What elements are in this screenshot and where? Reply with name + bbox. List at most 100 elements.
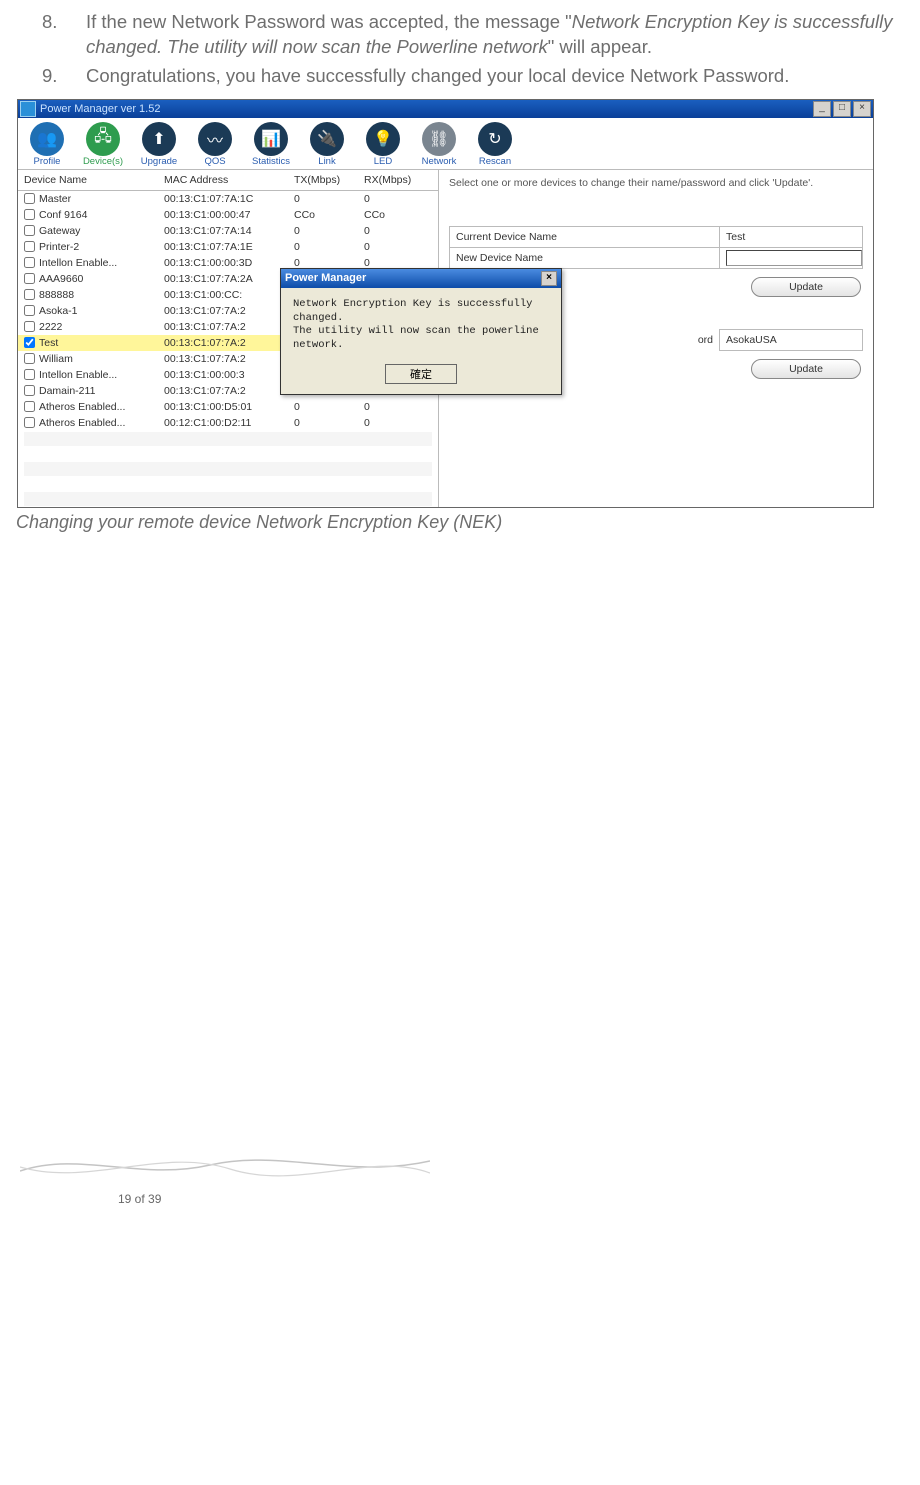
dialog-ok-button[interactable]: 確定: [385, 364, 457, 384]
profile-icon: 👥: [30, 122, 64, 156]
mac-cell: 00:13:C1:07:7A:2: [164, 385, 294, 397]
row-checkbox[interactable]: [24, 417, 35, 428]
password-label-tail: ord: [698, 334, 713, 346]
mac-cell: 00:13:C1:07:7A:14: [164, 225, 294, 237]
titlebar[interactable]: Power Manager ver 1.52 _ □ ×: [18, 100, 873, 118]
table-row[interactable]: Atheros Enabled...00:12:C1:00:D2:1100: [18, 415, 438, 431]
window-title: Power Manager ver 1.52: [40, 103, 160, 115]
upgrade-icon: ⬆: [142, 122, 176, 156]
table-row[interactable]: Master00:13:C1:07:7A:1C00: [18, 191, 438, 207]
row-checkbox[interactable]: [24, 305, 35, 316]
new-device-name-input[interactable]: [726, 250, 862, 266]
col-tx: TX(Mbps): [294, 174, 364, 186]
row-checkbox[interactable]: [24, 401, 35, 412]
instruction-8: 8. If the new Network Password was accep…: [68, 10, 900, 60]
figure-caption: Changing your remote device Network Encr…: [16, 512, 900, 533]
message-dialog: Power Manager × Network Encryption Key i…: [280, 268, 562, 396]
mac-cell: 00:13:C1:00:D5:01: [164, 401, 294, 413]
close-button[interactable]: ×: [853, 101, 871, 117]
mac-cell: 00:13:C1:00:00:3: [164, 369, 294, 381]
row-checkbox[interactable]: [24, 289, 35, 300]
row-checkbox[interactable]: [24, 385, 35, 396]
maximize-button[interactable]: □: [833, 101, 851, 117]
update-password-button[interactable]: Update: [751, 359, 861, 379]
rx-cell: 0: [364, 193, 434, 205]
device-name-cell: Conf 9164: [24, 209, 164, 221]
mac-cell: 00:13:C1:07:7A:1E: [164, 241, 294, 253]
mac-cell: 00:12:C1:00:D2:11: [164, 417, 294, 429]
rescan-icon: ↻: [478, 122, 512, 156]
statistics-icon: 📊: [254, 122, 288, 156]
row-checkbox[interactable]: [24, 225, 35, 236]
tab-statistics[interactable]: 📊Statistics: [250, 122, 292, 167]
row-checkbox[interactable]: [24, 193, 35, 204]
tab-profile[interactable]: 👥Profile: [26, 122, 68, 167]
device-name-cell: AAA9660: [24, 273, 164, 285]
dialog-title: Power Manager: [285, 272, 366, 284]
tab-devices[interactable]: 🖧Device(s): [82, 122, 124, 167]
device-name-form: Current Device Name Test New Device Name: [449, 226, 863, 269]
page-footer: 19 of 39: [40, 1143, 900, 1206]
rx-cell: 0: [364, 225, 434, 237]
device-name-cell: Test: [24, 337, 164, 349]
mac-cell: 00:13:C1:00:00:3D: [164, 257, 294, 269]
list-number: 9.: [42, 64, 57, 89]
dialog-titlebar[interactable]: Power Manager ×: [281, 269, 561, 288]
current-device-name-value: Test: [720, 227, 863, 248]
col-rx: RX(Mbps): [364, 174, 434, 186]
table-row[interactable]: Gateway00:13:C1:07:7A:1400: [18, 223, 438, 239]
led-icon: 💡: [366, 122, 400, 156]
device-name-cell: 2222: [24, 321, 164, 333]
tx-cell: 0: [294, 401, 364, 413]
device-name-cell: William: [24, 353, 164, 365]
table-row[interactable]: Conf 916400:13:C1:00:00:47CCoCCo: [18, 207, 438, 223]
device-name-cell: Intellon Enable...: [24, 369, 164, 381]
row-checkbox[interactable]: [24, 321, 35, 332]
minimize-button[interactable]: _: [813, 101, 831, 117]
col-mac: MAC Address: [164, 174, 294, 186]
dialog-body: Network Encryption Key is successfully c…: [281, 288, 561, 359]
table-row[interactable]: Printer-200:13:C1:07:7A:1E00: [18, 239, 438, 255]
mac-cell: 00:13:C1:07:7A:2: [164, 353, 294, 365]
row-checkbox[interactable]: [24, 337, 35, 348]
tab-rescan[interactable]: ↻Rescan: [474, 122, 516, 167]
row-checkbox[interactable]: [24, 273, 35, 284]
update-name-button[interactable]: Update: [751, 277, 861, 297]
tab-network[interactable]: ⛓Network: [418, 122, 460, 167]
row-checkbox[interactable]: [24, 353, 35, 364]
mac-cell: 00:13:C1:07:7A:1C: [164, 193, 294, 205]
device-name-cell: Atheros Enabled...: [24, 401, 164, 413]
toolbar: 👥Profile 🖧Device(s) ⬆Upgrade 〰QOS 📊Stati…: [18, 118, 873, 170]
tab-link[interactable]: 🔌Link: [306, 122, 348, 167]
rx-cell: CCo: [364, 209, 434, 221]
mac-cell: 00:13:C1:00:00:47: [164, 209, 294, 221]
dialog-close-button[interactable]: ×: [541, 271, 557, 286]
device-name-cell: Master: [24, 193, 164, 205]
row-checkbox[interactable]: [24, 241, 35, 252]
row-checkbox[interactable]: [24, 257, 35, 268]
device-name-cell: Printer-2: [24, 241, 164, 253]
row-checkbox[interactable]: [24, 369, 35, 380]
device-name-cell: 888888: [24, 289, 164, 301]
table-row[interactable]: Atheros Enabled...00:13:C1:00:D5:0100: [18, 399, 438, 415]
tx-cell: 0: [294, 417, 364, 429]
mac-cell: 00:13:C1:07:7A:2A: [164, 273, 294, 285]
list-number: 8.: [42, 10, 57, 35]
footer-wave-graphic: [20, 1143, 430, 1183]
device-name-cell: Intellon Enable...: [24, 257, 164, 269]
tab-qos[interactable]: 〰QOS: [194, 122, 236, 167]
mac-cell: 00:13:C1:07:7A:2: [164, 337, 294, 349]
device-name-cell: Atheros Enabled...: [24, 417, 164, 429]
link-icon: 🔌: [310, 122, 344, 156]
tab-led[interactable]: 💡LED: [362, 122, 404, 167]
qos-icon: 〰: [198, 122, 232, 156]
tx-cell: 0: [294, 225, 364, 237]
tx-cell: CCo: [294, 209, 364, 221]
current-device-name-label: Current Device Name: [450, 227, 720, 248]
tab-upgrade[interactable]: ⬆Upgrade: [138, 122, 180, 167]
row-checkbox[interactable]: [24, 209, 35, 220]
app-icon: [20, 101, 36, 117]
instruction-9: 9. Congratulations, you have successfull…: [68, 64, 900, 89]
device-name-cell: Damain-211: [24, 385, 164, 397]
device-name-cell: Asoka-1: [24, 305, 164, 317]
